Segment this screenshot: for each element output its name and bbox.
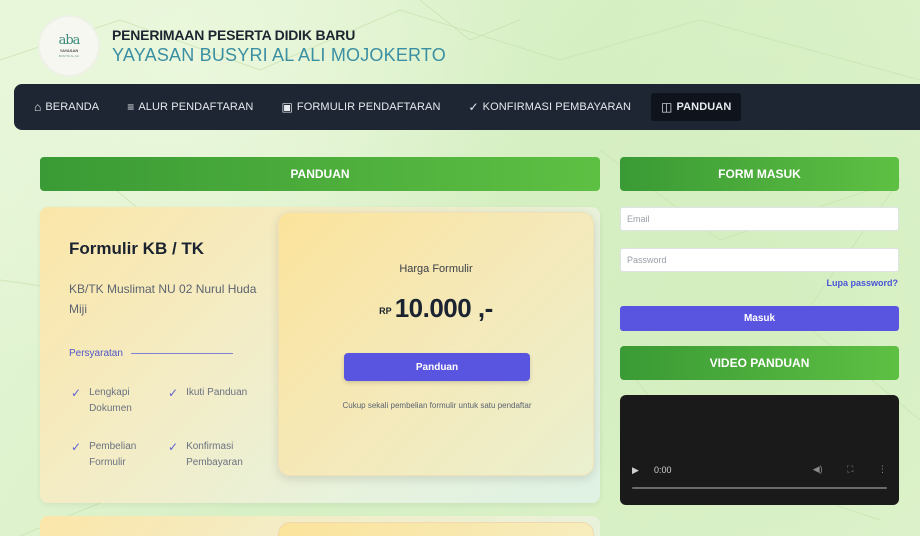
password-field[interactable]: Password [620,248,899,272]
more-icon[interactable]: ⋮ [878,464,887,474]
requirement-text: Lengkapi Dokumen [89,387,132,414]
section-title-panduan: PANDUAN [40,157,600,191]
card-title: Formulir KB / TK [69,239,205,258]
requirement-item: ✓ Ikuti Panduan [168,385,268,401]
logo-mark: aba [58,33,81,48]
requirement-text: Konfirmasi Pembayaran [186,441,243,468]
video-controls: ◀) ⛶ ⋮ [791,464,887,475]
book-icon: ◫ [661,100,673,114]
main-navbar: ⌂ BERANDA ≡ ALUR PENDAFTARAN ▣ FORMULIR … [14,84,920,130]
nav-label: BERANDA [45,101,100,113]
price-label: Harga Formulir [399,263,473,275]
login-title: FORM MASUK [620,157,899,191]
next-card-panel [278,522,594,536]
login-button[interactable]: Masuk [620,306,899,331]
check-icon: ✓ [468,100,479,114]
nav-alur-pendaftaran[interactable]: ≡ ALUR PENDAFTARAN [127,93,253,121]
header-titles: PENERIMAAN PESERTA DIDIK BARU YAYASAN BU… [112,27,446,66]
nav-formulir-pendaftaran[interactable]: ▣ FORMULIR PENDAFTARAN [281,93,440,121]
requirement-item: ✓ Pembelian Formulir [71,439,171,471]
video-title: VIDEO PANDUAN [620,346,899,380]
video-player[interactable]: ▶ 0:00 ◀) ⛶ ⋮ [620,395,899,505]
logo-subtext: BUSYRI AL ALI [58,54,80,58]
site-header: aba YAYASAN BUSYRI AL ALI PENERIMAAN PES… [40,16,560,76]
nav-beranda[interactable]: ⌂ BERANDA [34,93,99,121]
price-note: Cukup sekali pembelian formulir untuk sa… [342,401,532,410]
list-icon: ≡ [127,100,135,114]
requirement-text: Ikuti Panduan [186,387,248,398]
nav-label: KONFIRMASI PEMBAYARAN [482,101,632,113]
video-time: 0:00 [654,465,672,475]
requirements-label: Persyaratan [69,348,123,359]
nav-label: ALUR PENDAFTARAN [138,101,254,113]
price: RP 10.000 ,- [279,293,593,324]
forgot-password-link[interactable]: Lupa password? [826,278,898,288]
nav-panduan[interactable]: ◫ PANDUAN [651,93,742,121]
price-value: 10.000 ,- [394,293,494,323]
check-icon: ✓ [168,386,179,400]
requirement-item: ✓ Lengkapi Dokumen [71,385,171,417]
check-icon: ✓ [168,440,179,454]
file-icon: ▣ [281,100,293,114]
fullscreen-icon[interactable]: ⛶ [847,464,853,474]
logo[interactable]: aba YAYASAN BUSYRI AL ALI [40,17,98,75]
nav-label: PANDUAN [676,101,732,113]
divider [130,353,233,354]
site-title: PENERIMAAN PESERTA DIDIK BARU [112,26,356,43]
card-subtitle: KB/TK Muslimat NU 02 Nurul Huda Miji [69,282,257,316]
next-card [40,516,600,536]
check-icon: ✓ [71,386,82,400]
check-icon: ✓ [71,440,82,454]
email-field[interactable]: Email [620,207,899,231]
video-progress-bar[interactable] [632,487,887,489]
requirements-heading: Persyaratan [69,348,233,359]
formulir-card: Formulir KB / TK KB/TK Muslimat NU 02 Nu… [40,207,600,503]
nav-konfirmasi-pembayaran[interactable]: ✓ KONFIRMASI PEMBAYARAN [469,93,632,121]
play-icon[interactable]: ▶ [632,465,639,476]
nav-label: FORMULIR PENDAFTARAN [296,101,441,113]
volume-icon[interactable]: ◀) [813,464,823,474]
requirement-text: Pembelian Formulir [89,441,137,468]
requirement-item: ✓ Konfirmasi Pembayaran [168,439,268,471]
panduan-button[interactable]: Panduan [344,353,530,381]
price-panel: Harga Formulir RP 10.000 ,- Panduan Cukup… [278,212,594,476]
site-subtitle: YAYASAN BUSYRI AL ALI MOJOKERTO [112,44,446,65]
home-icon: ⌂ [34,100,42,114]
currency: RP [379,306,392,316]
